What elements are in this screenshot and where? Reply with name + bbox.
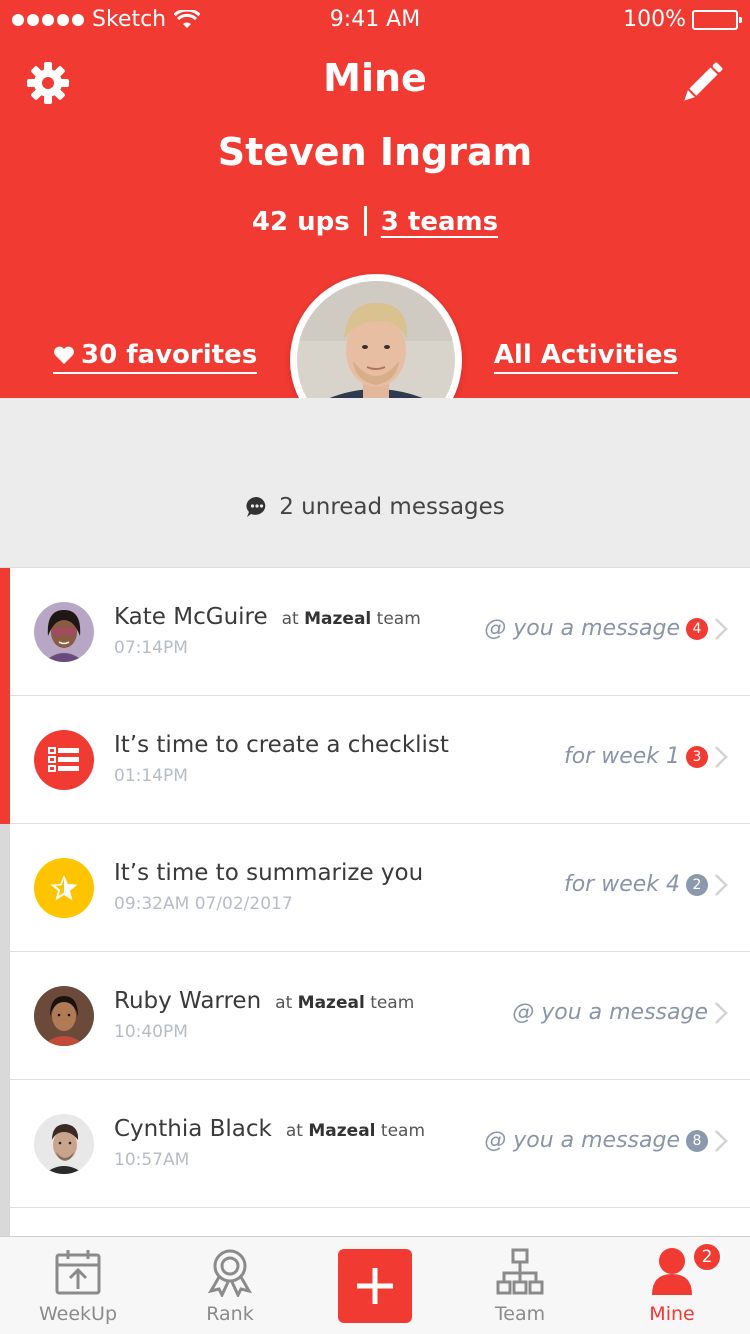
team-info: at Mazeal team: [281, 609, 421, 629]
page-title: Mine: [323, 56, 427, 100]
item-detail: @ you a message 4: [484, 616, 728, 641]
list-item[interactable]: Cynthia Black at Mazeal team 10:57AM @ yo…: [0, 1080, 750, 1208]
item-detail: @ you a message 8: [484, 1128, 728, 1153]
item-title: Kate McGuire at Mazeal team: [114, 604, 421, 630]
messages-summary: 2 unread messages: [0, 398, 750, 568]
list-item[interactable]: Kate McGuire at Mazeal team 07:14PM @ you…: [0, 568, 750, 696]
ups-count: 42 ups: [251, 207, 350, 237]
count-badge: 8: [686, 1129, 708, 1152]
team-info: at Mazeal team: [275, 993, 415, 1013]
team-name: Mazeal: [304, 609, 372, 629]
chevron-right-icon: [715, 1001, 728, 1024]
read-indicator: [0, 952, 10, 1080]
item-detail-text: @ you a message: [512, 1000, 708, 1025]
item-title: Ruby Warren at Mazeal team: [114, 988, 414, 1014]
battery-group: 100%: [623, 7, 742, 32]
edit-pencil-icon[interactable]: [679, 60, 725, 106]
mine-icon: [652, 1248, 692, 1295]
unread-text: 2 unread messages: [279, 494, 505, 520]
chat-bubble-icon: [246, 496, 266, 517]
all-activities-link[interactable]: All Activities: [493, 340, 678, 374]
chevron-right-icon: [715, 617, 728, 640]
item-detail-text: @ you a message: [484, 616, 680, 641]
tab-bar: WeekUp Rank Team Mine: [0, 1236, 750, 1334]
item-detail: @ you a message: [512, 1000, 728, 1025]
item-title: It’s time to summarize you: [114, 860, 424, 886]
tab-label: Mine: [649, 1303, 695, 1325]
team-name: Mazeal: [297, 993, 365, 1013]
item-title: It’s time to create a checklist: [114, 732, 449, 758]
tab-team[interactable]: Team: [445, 1237, 595, 1334]
tab-rank[interactable]: Rank: [155, 1237, 305, 1334]
list-item[interactable]: Ruby Warren at Mazeal team 10:40PM @ you …: [0, 952, 750, 1080]
user-name: Steven Ingram: [217, 130, 533, 174]
read-indicator: [0, 1208, 10, 1238]
team-info: at Mazeal team: [285, 1121, 426, 1141]
tab-label: Rank: [206, 1303, 254, 1325]
item-time: 10:57AM: [114, 1150, 190, 1170]
read-indicator: [0, 1080, 10, 1208]
list-item[interactable]: [0, 1208, 750, 1238]
item-time: 01:14PM: [114, 766, 188, 786]
unread-indicator: [0, 568, 10, 696]
item-detail-text: @ you a message: [484, 1128, 680, 1153]
count-badge: 2: [686, 873, 708, 896]
item-detail: for week 1 3: [564, 744, 728, 769]
count-badge: 4: [686, 617, 708, 640]
rank-icon: [207, 1249, 253, 1297]
ruby-avatar: [34, 986, 94, 1046]
team-name: Mazeal: [308, 1121, 376, 1141]
chevron-right-icon: [715, 1129, 728, 1152]
tab-label: Team: [494, 1303, 546, 1325]
count-badge: 3: [686, 745, 708, 768]
unread-messages[interactable]: 2 unread messages: [0, 494, 750, 520]
heart-icon: [54, 346, 74, 364]
item-detail-text: for week 1: [563, 744, 680, 769]
favorites-label: 30 favorites: [81, 340, 258, 370]
chevron-right-icon: [715, 873, 728, 896]
item-time: 07:14PM: [114, 638, 188, 658]
activity-list: Kate McGuire at Mazeal team 07:14PM @ you…: [0, 568, 750, 1238]
stats-divider: [363, 206, 367, 236]
weekup-icon: [55, 1250, 101, 1295]
list-item[interactable]: It’s time to create a checklist 01:14PM …: [0, 696, 750, 824]
favorites-link[interactable]: 30 favorites: [53, 340, 258, 374]
tab-label: WeekUp: [38, 1303, 118, 1325]
user-stats: 42 ups 3 teams: [0, 206, 750, 237]
tab-weekup[interactable]: WeekUp: [3, 1237, 153, 1334]
item-detail-text: for week 4: [563, 872, 680, 897]
battery-percent: 100%: [623, 7, 686, 32]
item-detail: for week 4 2: [564, 872, 728, 897]
team-icon: [496, 1248, 544, 1295]
chevron-right-icon: [715, 745, 728, 768]
battery-icon: [692, 9, 742, 30]
tab-mine[interactable]: Mine: [597, 1237, 747, 1334]
read-indicator: [0, 824, 10, 952]
star-icon: [34, 858, 94, 918]
add-button[interactable]: [338, 1249, 412, 1323]
item-name: Ruby Warren: [114, 988, 262, 1014]
item-time: 10:40PM: [114, 1022, 188, 1042]
cynthia-avatar: [34, 1114, 94, 1174]
item-time: 09:32AM 07/02/2017: [114, 894, 293, 914]
checklist-icon: [34, 730, 94, 790]
item-name: Cynthia Black: [114, 1116, 272, 1142]
unread-indicator: [0, 696, 10, 824]
item-name: Kate McGuire: [114, 604, 268, 630]
item-title: Cynthia Black at Mazeal team: [114, 1116, 425, 1142]
list-item[interactable]: It’s time to summarize you 09:32AM 07/02…: [0, 824, 750, 952]
plus-icon: [357, 1268, 393, 1304]
teams-link[interactable]: 3 teams: [381, 207, 498, 237]
kate-avatar: [34, 602, 94, 662]
mine-badge: 2: [692, 1242, 722, 1272]
status-bar: Sketch 9:41 AM 100%: [0, 0, 750, 40]
